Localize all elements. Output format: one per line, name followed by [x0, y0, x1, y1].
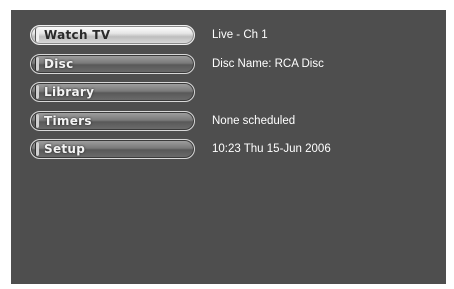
setup-label: Setup — [44, 142, 86, 156]
watch-tv-status: Live - Ch 1 — [212, 29, 268, 41]
button-cap-icon — [35, 56, 39, 71]
library-status — [212, 84, 452, 113]
library-button[interactable]: Library — [30, 82, 195, 102]
disc-label: Disc — [44, 56, 74, 71]
clock-readout: 10:23 Thu 15-Jun 2006 — [212, 143, 331, 155]
timers-label: Timers — [44, 113, 92, 128]
disc-button[interactable]: Disc — [30, 53, 195, 74]
watch-tv-button[interactable]: Watch TV — [30, 25, 195, 45]
info-panel: Live - Ch 1 Disc Name: RCA Disc None sch… — [212, 27, 452, 170]
button-cap-icon — [35, 113, 39, 128]
watch-tv-label: Watch TV — [44, 28, 111, 42]
main-menu: Watch TV Disc Library Timers Setup — [30, 25, 195, 168]
button-cap-icon — [35, 142, 39, 156]
timers-status: None scheduled — [212, 114, 296, 127]
button-cap-icon — [35, 85, 39, 99]
button-cap-icon — [35, 28, 39, 42]
library-label: Library — [44, 85, 95, 99]
disc-name: Disc Name: RCA Disc — [212, 57, 324, 70]
timers-button[interactable]: Timers — [30, 110, 195, 131]
setup-button[interactable]: Setup — [30, 139, 195, 159]
tv-menu-screen: Watch TV Disc Library Timers Setup Live … — [11, 10, 446, 284]
